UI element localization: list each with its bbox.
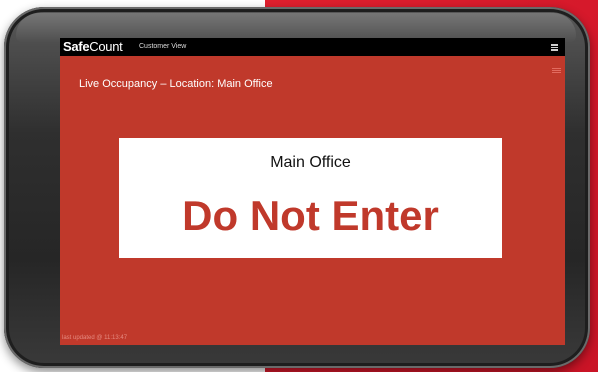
brand-logo: SafeCount — [63, 39, 123, 55]
occupancy-sign: Main Office Do Not Enter — [119, 138, 502, 258]
occupancy-location-label: Live Occupancy – Location: Main Office — [79, 78, 273, 90]
options-icon[interactable] — [552, 68, 561, 74]
menu-icon[interactable] — [551, 44, 558, 51]
app-header: SafeCount Customer View — [60, 38, 565, 56]
sign-location-name: Main Office — [270, 154, 351, 171]
page: SafeCount Customer View Live Occupancy –… — [0, 0, 598, 372]
tablet-screen: SafeCount Customer View Live Occupancy –… — [60, 38, 565, 345]
brand-safe-text: Safe — [63, 39, 90, 54]
view-label: Customer View — [139, 43, 187, 50]
sign-status-message: Do Not Enter — [182, 192, 439, 239]
last-updated-text: last updated @ 11:13:47 — [62, 335, 128, 341]
brand-count-text: Count — [89, 39, 123, 54]
